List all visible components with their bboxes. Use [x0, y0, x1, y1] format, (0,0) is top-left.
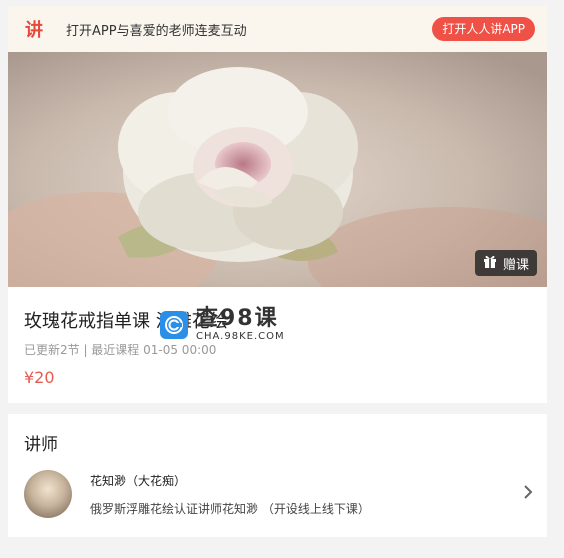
- app-download-banner[interactable]: 讲 打开APP与喜爱的老师连麦互动 打开人人讲APP: [8, 6, 547, 52]
- watermark: 查98课 CHA.98KE.COM: [160, 307, 285, 342]
- gift-icon: [483, 254, 497, 272]
- teacher-card[interactable]: 讲师 花知渺（大花痴） 俄罗斯浮雕花绘认证讲师花知渺 （开设线上线下课）: [8, 414, 547, 537]
- teacher-name: 花知渺（大花痴）: [90, 474, 187, 488]
- gift-course-button[interactable]: 赠课: [474, 250, 537, 276]
- teacher-description: 俄罗斯浮雕花绘认证讲师花知渺 （开设线上线下课）: [90, 502, 370, 516]
- watermark-logo-icon: [160, 310, 188, 339]
- course-cover-image: 赠课: [8, 52, 547, 287]
- app-logo-icon: 讲: [25, 20, 43, 41]
- watermark-sub-text: CHA.98KE.COM: [196, 331, 285, 342]
- banner-text: 打开APP与喜爱的老师连麦互动: [66, 23, 247, 39]
- teacher-avatar: [24, 470, 72, 518]
- gift-course-label: 赠课: [502, 257, 529, 273]
- teacher-section-title: 讲师: [24, 435, 58, 455]
- course-price: ¥20: [24, 368, 55, 387]
- rose-ring-illustration: [8, 52, 547, 287]
- watermark-main-text: 查98课: [196, 306, 279, 331]
- course-meta: 已更新2节 | 最近课程 01-05 00:00: [24, 343, 217, 357]
- chevron-right-icon[interactable]: [523, 484, 533, 504]
- course-info-card: 玫瑰花戒指单课 浮雕花绘 已更新2节 | 最近课程 01-05 00:00 ¥2…: [8, 287, 547, 403]
- open-app-button[interactable]: 打开人人讲APP: [432, 17, 535, 41]
